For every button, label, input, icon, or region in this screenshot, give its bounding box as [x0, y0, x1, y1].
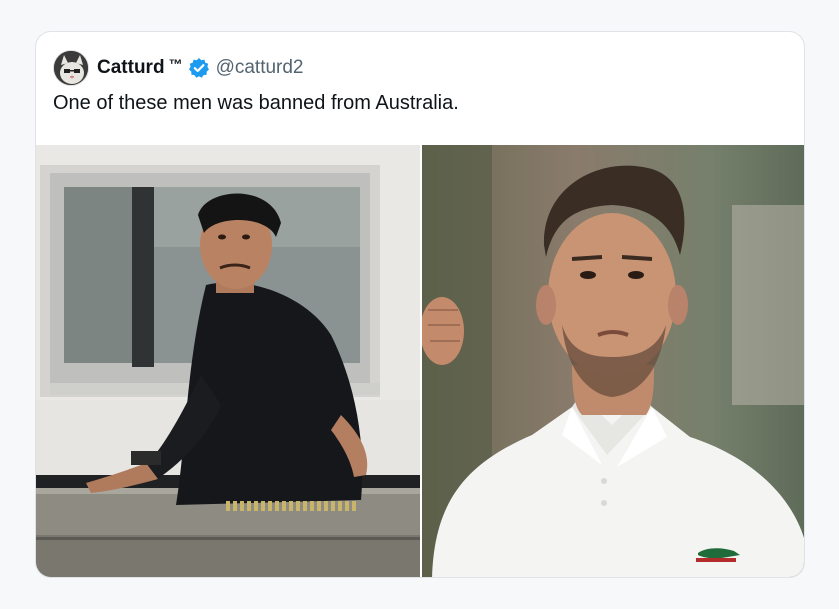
- tweet-text: One of these men was banned from Austral…: [53, 92, 459, 114]
- tweet-media: [36, 145, 804, 577]
- tweet-header: Catturd ™ @catturd2: [53, 50, 304, 86]
- avatar[interactable]: [53, 50, 89, 86]
- left-photo[interactable]: [36, 145, 420, 577]
- cat-avatar-icon: [54, 51, 88, 85]
- tennis-player-photo: [422, 145, 804, 577]
- trademark-symbol: ™: [168, 56, 183, 72]
- right-photo[interactable]: [422, 145, 804, 577]
- man-on-ledge-photo: [36, 145, 420, 577]
- verified-badge-icon: [188, 58, 209, 78]
- display-name[interactable]: Catturd: [97, 57, 165, 79]
- tweet-card[interactable]: Catturd ™ @catturd2 One of these men was…: [35, 31, 805, 578]
- user-handle[interactable]: @catturd2: [216, 57, 304, 79]
